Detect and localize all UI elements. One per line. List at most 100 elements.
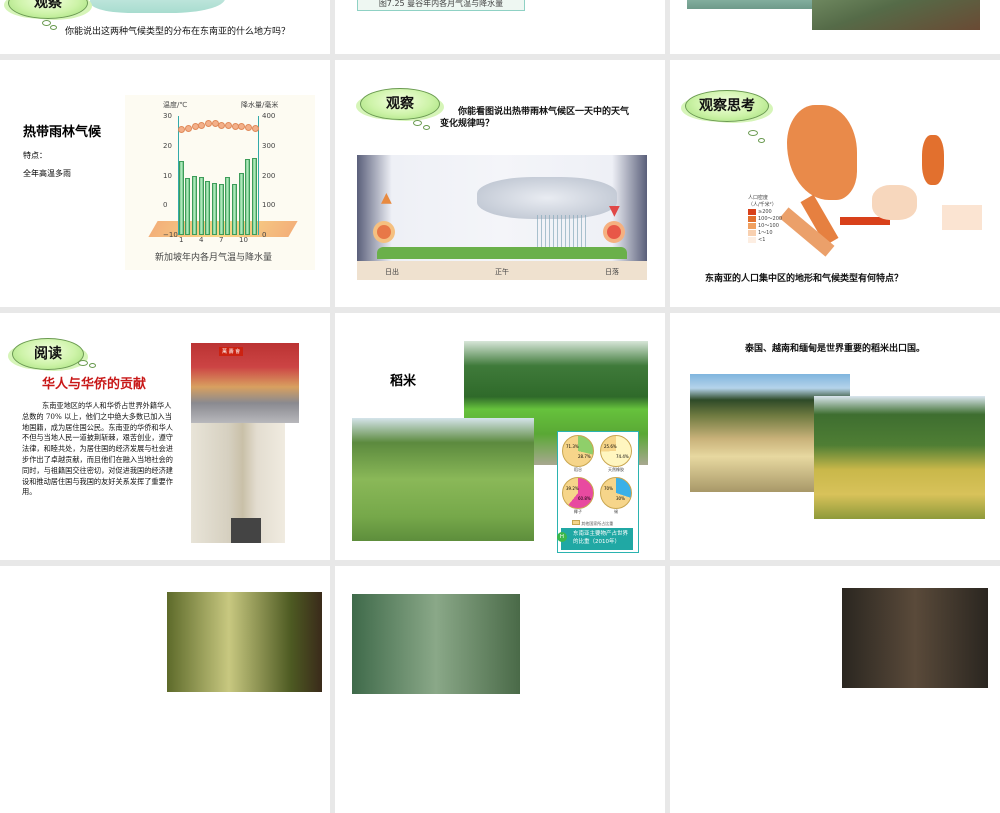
legend-label: <1 <box>758 236 766 243</box>
products-infographic: 71.3% 28.7% 稻谷 25.6% 74.4% 天然橡胶 39.2% 60.8% 椰子 70… <box>557 431 639 553</box>
precipitation-bar <box>231 184 237 235</box>
chinatown-street-photo <box>191 423 285 543</box>
question-text: 你能看图说出热带雨林气候区一天中的天气变化规律吗？ <box>440 107 630 129</box>
reading-body: 东南亚地区的华人和华侨占世界外籍华人总数的 70% 以上，他们之中绝大多数已加入… <box>22 401 173 497</box>
thought-bubble-icon <box>50 25 57 30</box>
right-axis-label: 降水量/毫米 <box>241 101 279 109</box>
slide-thumbnail-rice[interactable]: 稻米 71.3% 28.7% 稻谷 25.6% 74.4% 天然橡胶 39.2% 60.8% 椰… <box>335 313 665 560</box>
legend-label: 10～100 <box>758 223 779 229</box>
legend-swatch <box>748 236 756 243</box>
precipitation-bar <box>185 178 191 235</box>
pie-other-value: 70% <box>604 486 613 491</box>
precipitation-bar <box>191 175 197 235</box>
slide-title: 稻米 <box>390 374 417 389</box>
observe-badge: 观察 <box>360 88 440 120</box>
slide-thumbnail-dark-photo[interactable] <box>670 566 1000 813</box>
water-photo <box>687 0 812 9</box>
precipitation-bar <box>238 172 244 235</box>
slide-thumbnail-daily-weather[interactable]: 观察 你能看图说出热带雨林气候区一天中的天气变化规律吗？ ▲ ▼ 日出 正午 日… <box>335 60 665 307</box>
right-tick-label: 200 <box>262 171 276 180</box>
slide-thumbnail-chinese-contribution[interactable]: 阅读 华人与华侨的贡献 东南亚地区的华人和华侨占世界外籍华人总数的 70% 以上… <box>0 313 330 560</box>
thought-bubble-icon <box>89 363 96 368</box>
fishing-net-photo <box>812 0 980 30</box>
question-text: 东南亚的人口集中区的地形和气候类型有何特点？ <box>705 274 904 284</box>
pie-other-value: 39.2% <box>566 486 579 491</box>
rice-harvest-photo <box>814 396 985 519</box>
right-axis <box>258 116 259 235</box>
thought-bubble-icon <box>758 138 765 143</box>
slide-thumbnail-fishing[interactable] <box>670 0 1000 54</box>
temperature-point <box>205 120 212 128</box>
pie-sea-value: 74.4% <box>616 454 629 459</box>
left-tick-label: 10 <box>163 171 172 180</box>
slide-thumbnail-bangkok-climate[interactable]: 图7.25 曼谷年内各月气温与降水量 <box>335 0 665 54</box>
reading-title: 华人与华侨的贡献 <box>42 377 147 392</box>
time-label-noon: 正午 <box>495 268 509 276</box>
climate-chart: 温度/℃ 降水量/毫米 30 20 10 0 −10 400 300 200 100 0 1 4 7 10… <box>125 95 315 270</box>
pie-chart: 71.3% 28.7% <box>562 435 594 467</box>
reading-badge: 阅读 <box>12 338 84 370</box>
pie-name: 锡 <box>614 509 618 514</box>
right-tick-label: 0 <box>262 231 267 239</box>
slide-thumbnail-rainforest-climate[interactable]: 热带雨林气候 特点： 全年高温多雨 温度/℃ 降水量/毫米 30 20 10 0 −10… <box>0 60 330 307</box>
pie-name: 天然橡胶 <box>608 467 624 472</box>
x-tick-label: 1 <box>179 236 184 244</box>
chart-caption: 图7.25 曼谷年内各月气温与降水量 <box>357 0 525 11</box>
pie-legend: 其他国家所占比重 <box>572 520 613 527</box>
chart-title: 新加坡年内各月气温与降水量 <box>155 253 273 263</box>
slide-thumbnail-forest[interactable] <box>0 566 330 813</box>
right-tick-label: 100 <box>262 201 276 210</box>
weather-diagram: ▲ ▼ 日出 正午 日落 <box>357 155 647 280</box>
precipitation-bar <box>178 160 184 235</box>
right-tick-label: 400 <box>262 112 276 120</box>
forest-photo <box>167 592 322 692</box>
thought-bubble-icon <box>423 125 430 130</box>
slide-thumbnail-population-density[interactable]: 观察思考 人口密度 （人/千米²） ≥200 100～200 10～100 1～10 <… <box>670 60 1000 307</box>
feature-label: 特点： <box>23 151 47 160</box>
chinatown-festival-photo: 萬 壽 會 <box>191 343 299 423</box>
thought-bubble-icon <box>413 120 422 126</box>
legend-item: <1 <box>748 236 782 243</box>
legend-label: 100～200 <box>758 216 783 222</box>
temperature-point <box>245 123 252 131</box>
up-arrow-icon: ▲ <box>381 190 392 206</box>
pie-other-value: 71.3% <box>566 444 579 449</box>
left-tick-label: 30 <box>163 112 172 120</box>
population-map <box>779 95 982 257</box>
sunset-icon <box>607 225 621 239</box>
thought-bubble-icon <box>78 360 88 366</box>
legend-item: ≥200 <box>748 208 782 215</box>
pie-other-value: 25.6% <box>604 444 617 449</box>
section-badge: H <box>557 532 567 542</box>
legend-item: 10～100 <box>748 222 782 229</box>
x-tick-label: 7 <box>219 236 224 244</box>
shop-sign: 萬 壽 會 <box>219 347 244 356</box>
time-label-sunset: 日落 <box>605 268 619 276</box>
badge-label: 观察 <box>386 96 414 112</box>
time-label-sunrise: 日出 <box>385 268 399 276</box>
legend-swatch <box>748 208 756 215</box>
observe-think-badge: 观察思考 <box>685 90 769 122</box>
legend-item: 100～200 <box>748 215 782 222</box>
slide-title: 热带雨林气候 <box>23 125 102 140</box>
slide-thumbnail-plantation[interactable] <box>335 566 665 813</box>
thought-bubble-icon <box>748 130 758 136</box>
precipitation-bar <box>225 176 231 235</box>
legend-swatch <box>748 222 756 229</box>
temperature-point <box>185 124 192 132</box>
legend-title: 人口密度 <box>748 195 769 201</box>
caption-text: 东南亚主要物产占世界的比重（2010年） <box>573 531 629 545</box>
slide-text: 泰国、越南和缅甸是世界重要的稻米出口国。 <box>744 344 925 354</box>
x-tick-label: 10 <box>239 236 248 244</box>
map-legend: 人口密度 （人/千米²） ≥200 100～200 10～100 1～10 <1 <box>748 194 782 243</box>
dark-photo <box>842 588 988 688</box>
pie-name: 椰子 <box>574 509 582 514</box>
pie-chart: 39.2% 60.8% <box>562 477 594 509</box>
left-axis-label: 温度/℃ <box>163 101 188 109</box>
precipitation-bar <box>211 182 217 235</box>
legend-label: 1～10 <box>758 230 773 236</box>
slide-thumbnail-rice-export[interactable]: 泰国、越南和缅甸是世界重要的稻米出口国。 <box>670 313 1000 560</box>
pie-name: 稻谷 <box>574 467 582 472</box>
slide-thumbnail-observe-climate[interactable]: 观察 你能说出这两种气候类型的分布在东南亚的什么地方吗？ <box>0 0 330 54</box>
badge-label: 观察 <box>34 0 62 11</box>
